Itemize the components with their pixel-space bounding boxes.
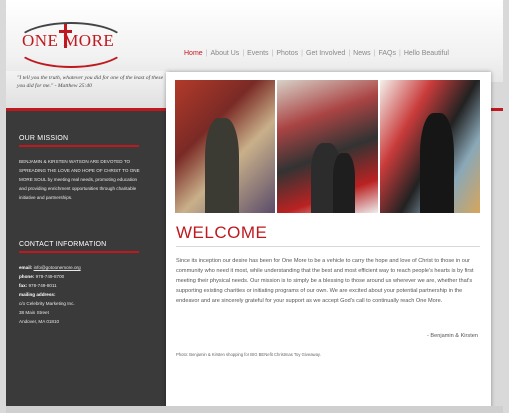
fax-value: 978-749-8011 xyxy=(28,283,57,288)
nav-faqs[interactable]: FAQs xyxy=(378,50,396,57)
photo-shopping-1 xyxy=(175,80,276,213)
nav-separator: | xyxy=(301,50,303,57)
nav-about-us[interactable]: About Us xyxy=(211,50,240,57)
footer-band xyxy=(6,406,503,413)
nav-photos[interactable]: Photos xyxy=(276,50,298,57)
contact-fax-row: fax: 978-749-8011 xyxy=(19,281,149,290)
phone-value: 978-749-8700 xyxy=(35,274,65,279)
nav-get-involved[interactable]: Get Involved xyxy=(306,50,345,57)
phone-label: phone: xyxy=(19,274,35,279)
nav-separator: | xyxy=(373,50,376,57)
scripture-quote: "I tell you the truth, whatever you did … xyxy=(17,75,164,89)
email-link[interactable]: info@gotoonemore.org xyxy=(34,265,81,270)
address-line-2: 38 Main Street xyxy=(19,310,49,315)
nav-separator: | xyxy=(271,50,274,57)
person-figure xyxy=(333,153,356,213)
nav-separator: | xyxy=(399,50,401,57)
signature: - Benjamin & Kirsten xyxy=(427,333,478,339)
cross-icon xyxy=(59,24,72,48)
accent-stripe xyxy=(491,108,503,111)
mailing-label: mailing address: xyxy=(19,292,56,297)
person-figure xyxy=(419,113,454,213)
mission-heading-rule xyxy=(19,145,139,147)
address-line-1: c/o Celebrity Marketing Inc. xyxy=(19,301,75,306)
photo-caption: Photo: Benjamin & Kirsten shopping for B… xyxy=(176,352,321,357)
photo-shopping-2 xyxy=(277,80,378,213)
contact-heading: CONTACT INFORMATION xyxy=(19,241,107,248)
fax-label: fax: xyxy=(19,283,28,288)
nav-separator: | xyxy=(348,50,351,57)
contact-heading-rule xyxy=(19,251,139,253)
contact-phone-row: phone: 978-749-8700 xyxy=(19,272,149,281)
photo-shopping-3 xyxy=(379,80,480,213)
address-line-3: Andover, MA 01810 xyxy=(19,319,60,324)
contact-info: email: info@gotoonemore.org phone: 978-7… xyxy=(19,263,149,326)
mission-heading: OUR MISSION xyxy=(19,135,69,142)
title-divider xyxy=(176,246,480,247)
email-label: email: xyxy=(19,265,33,270)
nav-news[interactable]: News xyxy=(353,50,371,57)
nav-home[interactable]: Home xyxy=(184,50,203,57)
page-title: WELCOME xyxy=(176,223,268,242)
nav-events[interactable]: Events xyxy=(247,50,268,57)
nav-separator: | xyxy=(205,50,208,57)
nav-hello-beautiful[interactable]: Hello Beautiful xyxy=(404,50,449,57)
person-figure xyxy=(205,118,239,213)
welcome-body: Since its inception our desire has been … xyxy=(176,258,474,304)
nav-separator: | xyxy=(242,50,245,57)
photo-strip xyxy=(175,80,480,213)
mission-text: BENJAMIN & KIRSTEN WATSON ARE DEVOTED TO… xyxy=(19,159,140,200)
main-nav: Home | About Us | Events | Photos | Get Involved… xyxy=(184,50,449,57)
contact-email-row: email: info@gotoonemore.org xyxy=(19,263,149,272)
